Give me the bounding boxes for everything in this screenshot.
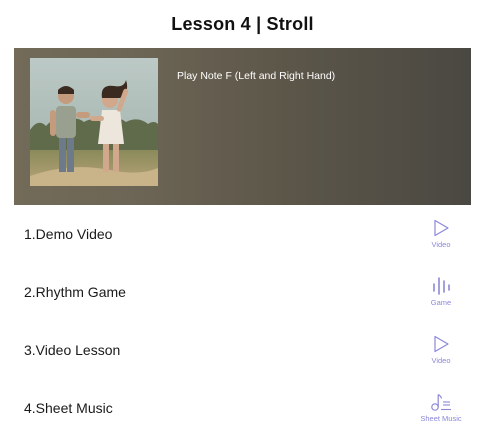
header: Lesson 4 | Stroll [0,0,485,48]
action-label: Game [430,298,452,307]
video-button[interactable]: Video [407,219,475,249]
play-icon [434,219,449,237]
action-label: Video [431,240,451,249]
video-button[interactable]: Video [407,335,475,365]
list-item-demo-video[interactable]: 1.Demo Video Video [0,205,485,263]
rhythm-bars-icon [433,277,450,295]
sheet-music-button[interactable]: Sheet Music [407,393,475,423]
couple-walking-photo [30,58,158,186]
page-title: Lesson 4 | Stroll [171,13,314,34]
list-item-video-lesson[interactable]: 3.Video Lesson Video [0,321,485,379]
game-button[interactable]: Game [407,277,475,307]
action-label: Sheet Music [420,414,462,423]
list-item-label: 4.Sheet Music [24,400,113,416]
music-note-icon [431,393,451,411]
lesson-page: Lesson 4 | Stroll Play Note F (Left and … [0,0,485,434]
list-item-rhythm-game[interactable]: 2.Rhythm Game Game [0,263,485,321]
lesson-subtitle: Play Note F (Left and Right Hand) [177,70,336,82]
play-icon [434,335,449,353]
list-item-label: 1.Demo Video [24,226,113,242]
list-item-label: 3.Video Lesson [24,342,121,358]
list-item-label: 2.Rhythm Game [24,284,126,300]
list-item-sheet-music[interactable]: 4.Sheet Music Sheet Music [0,379,485,434]
lesson-activity-list: 1.Demo Video Video 2.Rhythm Game Game 3.… [0,205,485,434]
lesson-banner: Play Note F (Left and Right Hand) [14,48,471,205]
lesson-thumbnail [30,58,158,186]
action-label: Video [431,356,451,365]
